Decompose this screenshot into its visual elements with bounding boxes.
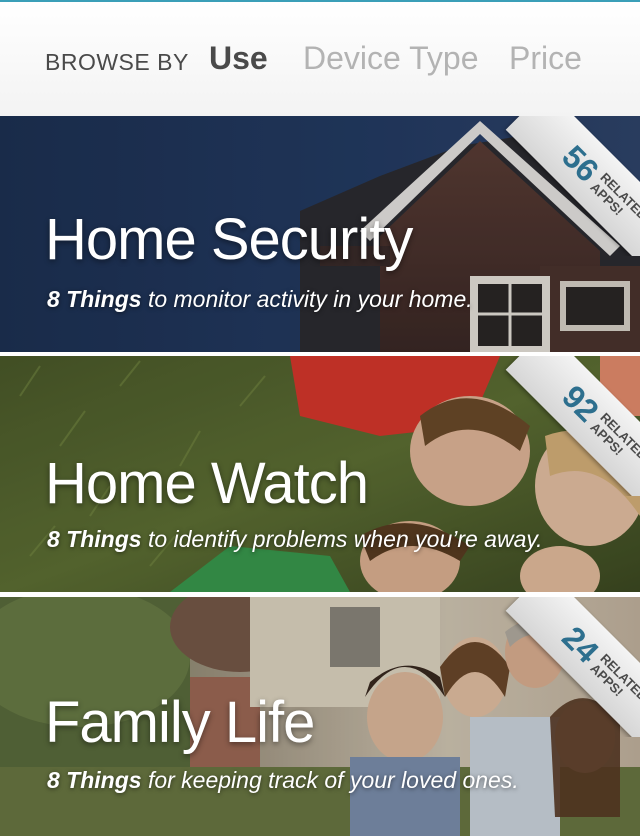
- category-card-home-watch[interactable]: Home Watch 8 Things to identify problems…: [0, 356, 640, 592]
- card-description: 8 Things to monitor activity in your hom…: [47, 286, 473, 312]
- badge-ribbon: 24 RELATED APPS!: [505, 597, 640, 737]
- card-description: 8 Things to identify problems when you’r…: [47, 526, 543, 552]
- badge-ribbon: 92 RELATED APPS!: [505, 356, 640, 496]
- related-apps-badge: 56 RELATED APPS!: [500, 116, 640, 256]
- badge-label: RELATED APPS!: [587, 409, 640, 464]
- badge-ribbon: 56 RELATED APPS!: [505, 116, 640, 256]
- related-apps-badge: 92 RELATED APPS!: [500, 356, 640, 496]
- card-title: Home Security: [45, 207, 413, 272]
- tab-price[interactable]: Price: [509, 40, 582, 77]
- browse-by-label: BROWSE BY: [45, 49, 189, 75]
- badge-label: RELATED APPS!: [587, 650, 640, 705]
- tab-use[interactable]: Use: [209, 40, 268, 77]
- category-card-home-security[interactable]: Home Security 8 Things to monitor activi…: [0, 116, 640, 352]
- card-description: 8 Things for keeping track of your loved…: [47, 767, 519, 793]
- card-title: Home Watch: [45, 451, 369, 516]
- related-apps-badge: 24 RELATED APPS!: [500, 597, 640, 737]
- category-card-family-life[interactable]: Family Life 8 Things for keeping track o…: [0, 597, 640, 836]
- browse-bar: BROWSE BY Use Device Type Price: [0, 2, 640, 116]
- tab-device-type[interactable]: Device Type: [303, 40, 479, 77]
- card-title: Family Life: [45, 690, 315, 755]
- badge-label: RELATED APPS!: [587, 169, 640, 224]
